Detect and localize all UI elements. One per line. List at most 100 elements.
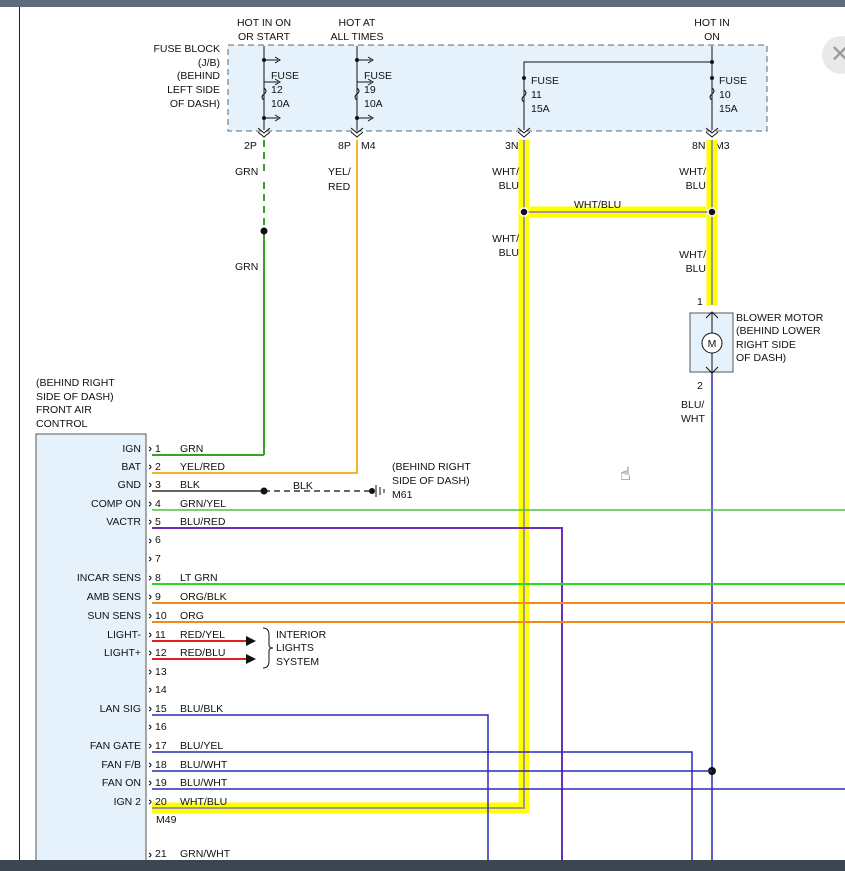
svg-text:LIGHTS: LIGHTS	[276, 642, 314, 654]
svg-text:M: M	[708, 338, 717, 350]
pin-number: 21	[155, 848, 167, 860]
svg-text:WHT/: WHT/	[679, 166, 706, 178]
pin-wire-color-label: RED/YEL	[180, 629, 225, 641]
svg-text:FUSE BLOCK: FUSE BLOCK	[153, 43, 220, 55]
svg-text:(BEHIND: (BEHIND	[177, 70, 221, 82]
pin-function-label: INCAR SENS	[77, 572, 141, 584]
svg-text:FUSE: FUSE	[364, 70, 392, 82]
pin-wire-color-label: BLU/RED	[180, 516, 226, 528]
front-air-control-label: (BEHIND RIGHT SIDE OF DASH) FRONT AIR CO…	[36, 377, 115, 430]
svg-text:INTERIOR: INTERIOR	[276, 629, 327, 641]
power-headers: HOT IN ON OR START HOT AT ALL TIMES HOT …	[237, 17, 730, 43]
pin-wire-color-label: ORG/BLK	[180, 591, 227, 603]
interior-lights-label: INTERIOR LIGHTS SYSTEM	[276, 629, 327, 668]
pin-wire-color-label: BLU/BLK	[180, 703, 223, 715]
pin-labels: 2P 8P M4 3N 8N M3	[244, 140, 730, 152]
svg-text:HOT IN ON: HOT IN ON	[237, 17, 291, 29]
splice-wht-left	[519, 207, 529, 217]
svg-text:10A: 10A	[364, 98, 383, 110]
pin-wire-color-label: YEL/RED	[180, 461, 225, 473]
svg-text:OR START: OR START	[238, 31, 291, 43]
svg-text:FUSE: FUSE	[719, 75, 747, 87]
svg-text:BLU: BLU	[499, 180, 519, 192]
pin-number: 14	[155, 684, 167, 696]
svg-text:2P: 2P	[244, 140, 257, 152]
svg-text:BLU: BLU	[499, 247, 519, 259]
svg-text:15A: 15A	[531, 103, 550, 115]
pin-wire-color-label: GRN	[180, 443, 203, 455]
pin-function-label: FAN F/B	[101, 759, 141, 771]
svg-text:(BEHIND RIGHT: (BEHIND RIGHT	[392, 461, 471, 473]
svg-text:WHT/: WHT/	[492, 233, 519, 245]
pin-number: 13	[155, 666, 167, 678]
pin-function-label: SUN SENS	[87, 610, 141, 622]
svg-text:FUSE: FUSE	[531, 75, 559, 87]
svg-text:OF DASH): OF DASH)	[736, 352, 786, 364]
pin-wire-color-label: LT GRN	[180, 572, 218, 584]
pin-function-label: IGN	[122, 443, 141, 455]
pin-number: 2	[155, 461, 161, 473]
splice-grn	[260, 227, 268, 235]
svg-text:3N: 3N	[505, 140, 518, 152]
svg-text:RIGHT SIDE: RIGHT SIDE	[736, 339, 796, 351]
svg-text:BLOWER MOTOR: BLOWER MOTOR	[736, 312, 824, 324]
svg-text:(J/B): (J/B)	[198, 57, 220, 69]
svg-text:FRONT AIR: FRONT AIR	[36, 404, 92, 416]
pin-function-label: AMB SENS	[87, 591, 141, 603]
pin-function-label: FAN GATE	[90, 740, 141, 752]
svg-text:OF DASH): OF DASH)	[170, 98, 220, 110]
pin-function-label: IGN 2	[114, 796, 142, 808]
svg-text:11: 11	[531, 89, 542, 101]
svg-text:10A: 10A	[271, 98, 290, 110]
pin-wire-color-label: WHT/BLU	[180, 796, 227, 808]
splice-wht-right	[707, 207, 717, 217]
svg-text:(BEHIND LOWER: (BEHIND LOWER	[736, 325, 821, 337]
svg-text:WHT/: WHT/	[679, 249, 706, 261]
svg-text:ALL TIMES: ALL TIMES	[330, 31, 383, 43]
pin-wire-color-label: BLU/WHT	[180, 777, 228, 789]
svg-text:BLU: BLU	[686, 180, 706, 192]
pin-number: 4	[155, 498, 161, 510]
wiring-diagram: FUSE BLOCK (J/B) (BEHIND LEFT SIDE OF DA…	[35, 17, 845, 871]
svg-text:BLU/: BLU/	[681, 399, 704, 411]
blower-motor-label: BLOWER MOTOR (BEHIND LOWER RIGHT SIDE OF…	[736, 312, 824, 364]
pin-wire-color-label: BLU/WHT	[180, 759, 228, 771]
svg-text:BLK: BLK	[293, 480, 313, 492]
window-bottom-bar	[0, 860, 845, 871]
pin-number: 9	[155, 591, 161, 603]
svg-text:15A: 15A	[719, 103, 738, 115]
pin-number: 11	[155, 629, 166, 641]
pin-function-label: FAN ON	[102, 777, 141, 789]
pin-function-label: LAN SIG	[100, 703, 141, 715]
svg-text:WHT/: WHT/	[492, 166, 519, 178]
pin-number: 8	[155, 572, 161, 584]
svg-text:RED: RED	[328, 181, 351, 193]
fuse-block-box	[227, 44, 768, 132]
svg-text:(BEHIND RIGHT: (BEHIND RIGHT	[36, 377, 115, 389]
svg-text:GRN: GRN	[235, 166, 258, 178]
svg-text:19: 19	[364, 84, 376, 96]
pin-wire-color-label: BLK	[180, 479, 200, 491]
ground-m61-label: (BEHIND RIGHT SIDE OF DASH) M61	[392, 461, 471, 501]
svg-text:WHT: WHT	[681, 413, 705, 425]
pin-number: 1	[155, 443, 161, 455]
connector-m49-brackets	[148, 446, 152, 858]
svg-text:CONTROL: CONTROL	[36, 418, 87, 430]
svg-text:ON: ON	[704, 31, 720, 43]
connector-m49-label: M49	[156, 814, 177, 826]
svg-text:10: 10	[719, 89, 731, 101]
wire-grn-ign	[152, 140, 265, 456]
svg-text:WHT/BLU: WHT/BLU	[574, 199, 621, 211]
svg-text:HOT IN: HOT IN	[694, 17, 729, 29]
svg-text:8N: 8N	[692, 140, 705, 152]
svg-text:2: 2	[697, 380, 703, 392]
pin-wire-color-label: RED/BLU	[180, 647, 226, 659]
pin-number: 19	[155, 777, 167, 789]
svg-text:1: 1	[697, 296, 703, 308]
fuse-block-label: FUSE BLOCK (J/B) (BEHIND LEFT SIDE OF DA…	[153, 43, 220, 110]
svg-text:SIDE OF DASH): SIDE OF DASH)	[392, 475, 470, 487]
pin-number: 16	[155, 721, 167, 733]
pin-number: 15	[155, 703, 167, 715]
svg-text:M4: M4	[361, 140, 376, 152]
svg-text:LEFT SIDE: LEFT SIDE	[167, 84, 220, 96]
